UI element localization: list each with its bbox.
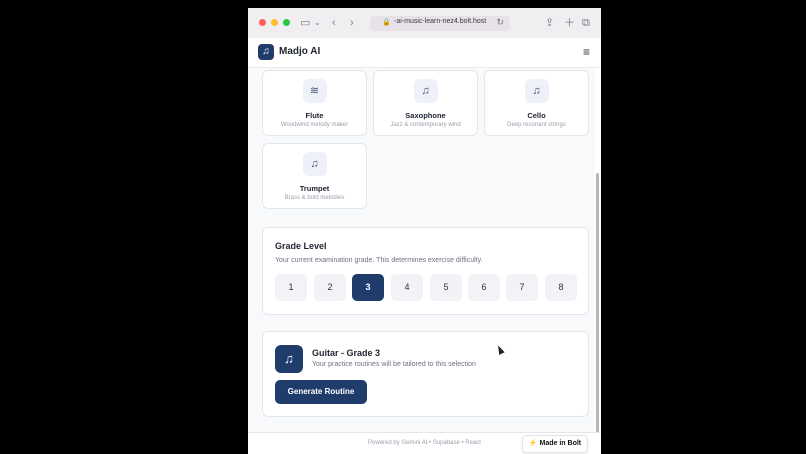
instrument-card-cello[interactable]: ♫ Cello Deep resonant strings [484,70,589,136]
instrument-description: Deep resonant strings [507,122,566,128]
back-arrow-icon[interactable]: ‹ [332,16,336,30]
selection-summary-card: ♫ Guitar - Grade 3 Your practice routine… [262,331,589,417]
selection-title: Guitar - Grade 3 [312,348,381,358]
selection-subtitle: Your practice routines will be tailored … [312,361,476,368]
grade-level-title: Grade Level [275,241,327,251]
lock-icon: 🔒 [382,19,391,26]
address-bar[interactable]: 🔒 -ai-music-learn-nez4.bolt.host ↻ [370,16,510,31]
instrument-name: Saxophone [405,111,446,120]
brand-name[interactable]: Madjo AI [279,46,320,57]
music-note-icon: ♫ [413,79,438,103]
grade-level-card: Grade Level Your current examination gra… [262,227,589,315]
music-note-icon: ♫ [524,79,549,103]
tab-overview-icon[interactable]: ⧉ [582,16,590,30]
page-footer: Powered by Gemini AI • Supabase • React … [248,432,601,454]
page-scrollbar[interactable] [596,173,599,449]
browser-toolbar: ▭ ⌄ ‹ › 🔒 -ai-music-learn-nez4.bolt.host… [248,8,601,39]
instrument-description: Brass & bold melodies [284,195,345,201]
grade-button-5[interactable]: 5 [430,274,462,301]
bolt-logo-icon: ⚡ [528,440,538,447]
app-header: ♫ Madjo AI ≡ [248,38,601,68]
grade-button-2[interactable]: 2 [314,274,346,301]
music-note-icon[interactable]: ♫ [258,44,274,60]
share-icon[interactable]: ⇪ [545,16,554,30]
hamburger-menu-icon[interactable]: ≡ [583,45,590,59]
music-note-icon: ♫ [275,345,303,373]
instrument-card-trumpet[interactable]: ♫ Trumpet Brass & bold melodies [262,143,367,209]
instrument-description: Jazz & contemporary wind [390,122,461,128]
url-text: -ai-music-learn-nez4.bolt.host [394,18,487,25]
forward-arrow-icon[interactable]: › [350,16,354,30]
instrument-card-flute[interactable]: ≋ Flute Woodwind melody maker [262,70,367,136]
made-in-bolt-label: Made in Bolt [539,440,582,447]
grade-button-4[interactable]: 4 [391,274,423,301]
wind-icon: ≋ [302,79,327,103]
music-note-icon: ♫ [302,152,327,176]
instrument-card-saxophone[interactable]: ♫ Saxophone Jazz & contemporary wind [373,70,478,136]
browser-window: ▭ ⌄ ‹ › 🔒 -ai-music-learn-nez4.bolt.host… [248,8,601,454]
grade-button-8[interactable]: 8 [545,274,577,301]
reload-icon[interactable]: ↻ [496,17,504,28]
new-tab-icon[interactable]: ＋ [564,16,575,30]
grade-level-subtitle: Your current examination grade. This det… [275,257,483,264]
sidebar-toggle-icon[interactable]: ▭ [300,16,310,30]
made-in-bolt-badge[interactable]: ⚡ Made in Bolt [522,435,588,453]
chevron-down-icon[interactable]: ⌄ [314,16,321,30]
grade-button-1[interactable]: 1 [275,274,307,301]
instrument-name: Flute [305,111,324,120]
generate-routine-button[interactable]: Generate Routine [275,380,367,404]
instrument-description: Woodwind melody maker [280,122,349,128]
instrument-name: Trumpet [299,184,330,193]
minimize-window-button[interactable] [271,19,278,26]
grade-button-6[interactable]: 6 [468,274,500,301]
instrument-name: Cello [527,111,546,120]
close-window-button[interactable] [259,19,266,26]
zoom-window-button[interactable] [283,19,290,26]
main-content: ≋ Flute Woodwind melody maker ♫ Saxophon… [248,68,595,454]
grade-button-7[interactable]: 7 [506,274,538,301]
grade-button-3[interactable]: 3 [352,274,384,301]
